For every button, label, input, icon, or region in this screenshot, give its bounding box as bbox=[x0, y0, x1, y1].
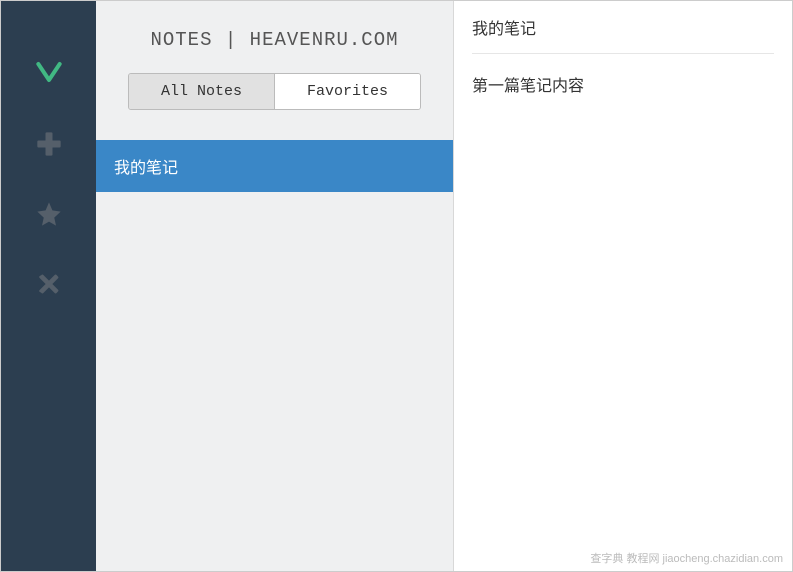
notes-panel: NOTES | HEAVENRU.COM All Notes Favorites… bbox=[96, 1, 454, 571]
sidebar bbox=[1, 1, 96, 571]
note-list-item[interactable]: 我的笔记 bbox=[96, 140, 453, 192]
vue-logo-icon[interactable] bbox=[33, 56, 65, 88]
star-icon[interactable] bbox=[35, 200, 63, 228]
tabs-container: All Notes Favorites bbox=[128, 73, 421, 110]
notes-header: NOTES | HEAVENRU.COM bbox=[96, 1, 453, 73]
plus-icon[interactable] bbox=[35, 130, 63, 158]
content-panel: 我的笔记 第一篇笔记内容 bbox=[454, 1, 792, 571]
tab-all-notes[interactable]: All Notes bbox=[129, 74, 275, 109]
content-title: 我的笔记 bbox=[472, 15, 774, 54]
close-icon[interactable] bbox=[35, 270, 63, 298]
notes-title: NOTES | HEAVENRU.COM bbox=[96, 29, 453, 51]
content-body: 第一篇笔记内容 bbox=[472, 72, 774, 96]
tab-favorites[interactable]: Favorites bbox=[275, 74, 420, 109]
watermark: 查字典 教程网 jiaocheng.chazidian.com bbox=[590, 550, 783, 566]
